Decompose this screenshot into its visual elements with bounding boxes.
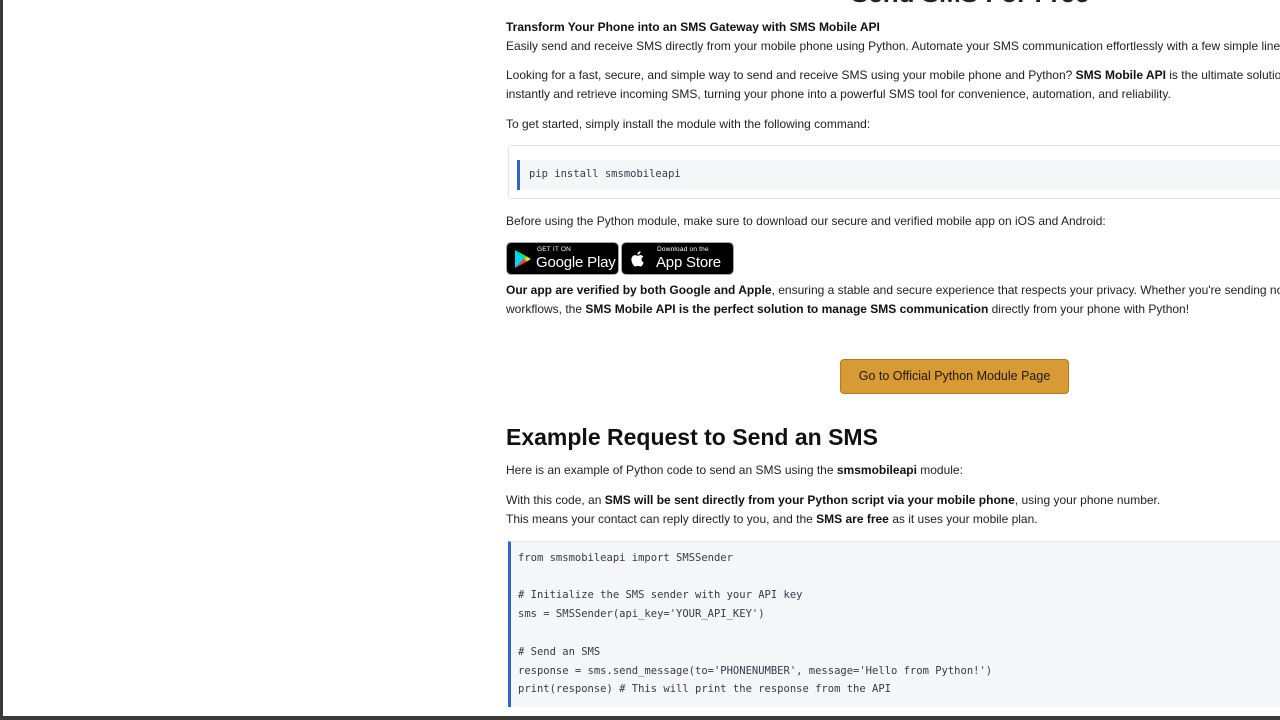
verified-bold-b: SMS Mobile API is the perfect solution t… <box>585 302 989 316</box>
apple-icon <box>631 251 644 267</box>
with-code-text-a: With this code, an <box>506 493 605 507</box>
python-module-page-button[interactable]: Go to Official Python Module Page <box>840 359 1069 394</box>
module-name-bold: smsmobileapi <box>836 463 917 477</box>
verified-paragraph-line1: Our app are verified by both Google and … <box>506 281 1280 300</box>
install-command[interactable]: pip install smsmobileapi <box>529 168 681 180</box>
with-code-bold-b: SMS are free <box>816 512 889 526</box>
install-code-block: pip install smsmobileapi <box>508 145 1280 199</box>
example-intro-text: Here is an example of Python code to sen… <box>506 461 963 480</box>
looking-paragraph-line1: Looking for a fast, secure, and simple w… <box>506 66 1280 85</box>
looking-paragraph-line2: instantly and retrieve incoming SMS, tur… <box>506 87 1171 101</box>
verified-text-a: , ensuring a stable and secure experienc… <box>771 283 1280 297</box>
with-code-bold-a: SMS will be sent directly from your Pyth… <box>604 493 1015 507</box>
code-line-comment-init[interactable]: # Initialize the SMS sender with your AP… <box>518 588 802 602</box>
google-play-icon <box>515 250 531 268</box>
code-line-sender[interactable]: sms = SMSSender(api_key='YOUR_API_KEY') <box>518 607 765 621</box>
example-section-heading: Example Request to Send an SMS <box>506 424 878 450</box>
verified-paragraph-line2: workflows, the SMS Mobile API is the per… <box>506 300 1189 319</box>
looking-bold-product: SMS Mobile API <box>1075 68 1166 82</box>
intro-text: Easily send and receive SMS directly fro… <box>506 39 1280 53</box>
verified-text-b: workflows, the <box>506 302 586 316</box>
apple-badge-title: App Store <box>656 254 721 271</box>
before-app-text: Before using the Python module, make sur… <box>506 214 1106 228</box>
verified-bold-a: Our app are verified by both Google and … <box>506 283 772 297</box>
example-intro-b: module: <box>916 463 963 477</box>
window-bottom-border <box>0 716 1280 720</box>
example-intro-a: Here is an example of Python code to sen… <box>506 463 837 477</box>
code-line-import[interactable]: from smsmobileapi import SMSSender <box>518 551 733 565</box>
code-line-comment-send[interactable]: # Send an SMS <box>518 645 600 659</box>
looking-text-a: Looking for a fast, secure, and simple w… <box>506 68 1076 82</box>
with-code-text-c: This means your contact can reply direct… <box>506 512 817 526</box>
google-play-badge[interactable]: GET IT ON Google Play <box>506 242 619 275</box>
page-heading-cut-off: Send SMS For Free <box>851 0 1089 9</box>
with-code-line2: This means your contact can reply direct… <box>506 510 1038 529</box>
verified-text-c: directly from your phone with Python! <box>988 302 1190 316</box>
with-code-text-b: , using your phone number. <box>1014 493 1161 507</box>
main-content: Send SMS For Free Transform Your Phone i… <box>506 0 1280 720</box>
intro-title: Transform Your Phone into an SMS Gateway… <box>506 20 880 34</box>
example-code-block: from smsmobileapi import SMSSender # Ini… <box>508 541 1280 707</box>
code-line-print[interactable]: print(response) # This will print the re… <box>518 682 891 696</box>
install-code-inner: pip install smsmobileapi <box>517 160 1280 190</box>
code-line-send-message[interactable]: response = sms.send_message(to='PHONENUM… <box>518 664 992 678</box>
window-left-border <box>0 0 3 720</box>
app-store-badge[interactable]: Download on the App Store <box>621 242 734 275</box>
google-badge-title: Google Play <box>536 254 616 271</box>
browser-viewport: Send SMS For Free Transform Your Phone i… <box>0 0 1280 720</box>
with-code-text-d: as it uses your mobile plan. <box>888 512 1038 526</box>
with-code-line1: With this code, an SMS will be sent dire… <box>506 491 1160 510</box>
get-started-text: To get started, simply install the modul… <box>506 117 871 131</box>
looking-text-b: is the ultimate solution! It allows you <box>1169 68 1280 82</box>
